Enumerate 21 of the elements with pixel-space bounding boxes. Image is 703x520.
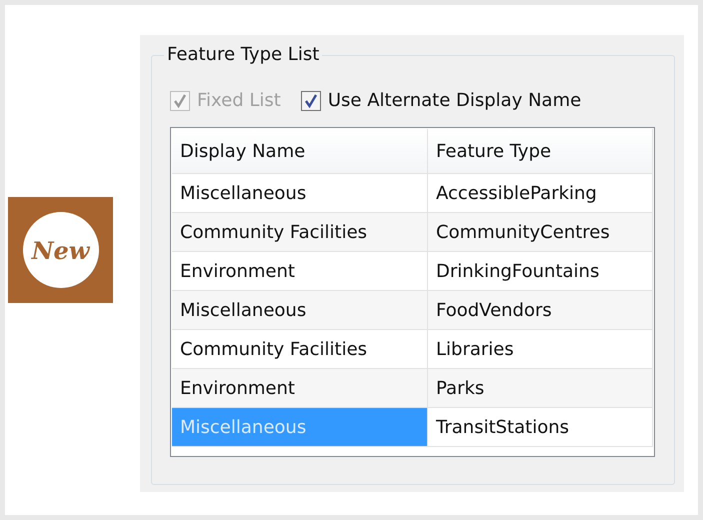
column-header[interactable]: Feature Type xyxy=(428,129,653,173)
table-cell[interactable]: DrinkingFountains xyxy=(428,252,653,290)
group-title: Feature Type List xyxy=(164,44,322,65)
checkbox[interactable]: Use Alternate Display Name xyxy=(300,90,582,111)
table-cell[interactable]: Miscellaneous xyxy=(172,174,428,212)
table-cell[interactable]: Community Facilities xyxy=(172,330,428,368)
table-cell[interactable]: Community Facilities xyxy=(172,213,428,251)
table-cell[interactable]: TransitStations xyxy=(428,408,653,446)
table-cell[interactable]: Environment xyxy=(172,369,428,407)
table-cell[interactable]: Environment xyxy=(172,252,428,290)
new-label: New xyxy=(22,212,98,288)
table-cell[interactable]: Libraries xyxy=(428,330,653,368)
table-cell[interactable]: Parks xyxy=(428,369,653,407)
checkmark-icon xyxy=(302,92,319,108)
column-header[interactable]: Display Name xyxy=(172,129,428,173)
checkmark-icon xyxy=(172,92,188,108)
table-cell[interactable]: FoodVendors xyxy=(428,291,653,329)
table-cell[interactable]: AccessibleParking xyxy=(428,174,653,212)
table-cell[interactable]: CommunityCentres xyxy=(428,213,653,251)
table-cell[interactable]: Miscellaneous xyxy=(172,291,428,329)
checkbox-box[interactable] xyxy=(300,90,321,110)
